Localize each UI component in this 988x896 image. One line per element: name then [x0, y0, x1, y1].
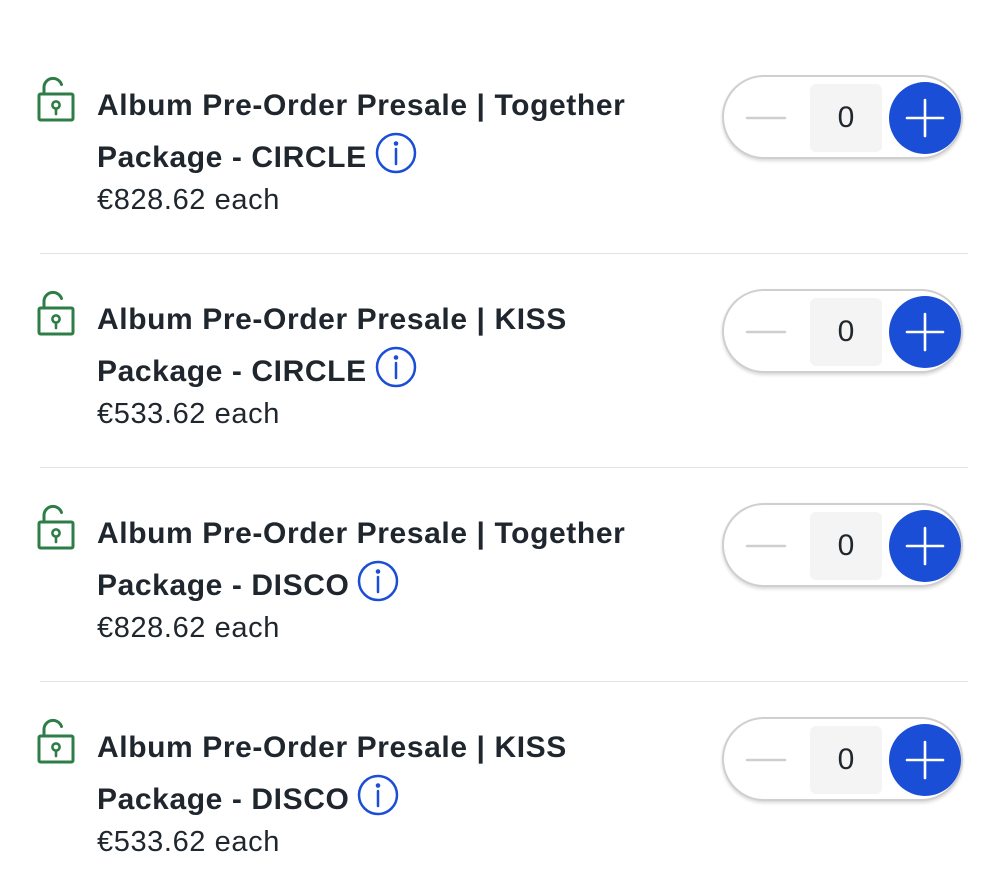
ticket-name-line: Album Pre-Order Presale | Together — [97, 89, 626, 122]
ticket-name-line-text: Package - DISCO — [97, 569, 350, 602]
plus-icon[interactable] — [889, 724, 961, 796]
unlocked-padlock-icon — [36, 718, 76, 764]
ticket-name-line-text: Package - DISCO — [97, 783, 350, 816]
ticket-name-line: Package - CIRCLE — [97, 346, 687, 398]
quantity-stepper: 0 — [722, 289, 963, 373]
unlocked-padlock-icon — [36, 290, 76, 336]
ticket-name-line: Package - DISCO — [97, 560, 687, 612]
unlocked-padlock-icon — [36, 504, 76, 550]
ticket-item: Album Pre-Order Presale | KISS Package -… — [0, 254, 988, 468]
quantity-value: 0 — [810, 84, 882, 152]
ticket-name-line-text: Package - CIRCLE — [97, 141, 367, 174]
minus-icon[interactable] — [738, 518, 794, 574]
quantity-stepper: 0 — [722, 717, 963, 801]
quantity-value: 0 — [810, 726, 882, 794]
quantity-stepper: 0 — [722, 503, 963, 587]
ticket-name-line: Album Pre-Order Presale | KISS — [97, 731, 567, 764]
ticket-item: Album Pre-Order Presale | Together Packa… — [0, 40, 988, 254]
ticket-price: €828.62 each — [97, 184, 280, 216]
quantity-value: 0 — [810, 512, 882, 580]
quantity-value: 0 — [810, 298, 882, 366]
ticket-name: Album Pre-Order Presale | Together Packa… — [97, 80, 687, 184]
plus-icon[interactable] — [889, 510, 961, 582]
ticket-price: €828.62 each — [97, 612, 280, 644]
ticket-name: Album Pre-Order Presale | Together Packa… — [97, 508, 687, 612]
info-circle-icon[interactable] — [375, 346, 417, 388]
minus-icon[interactable] — [738, 90, 794, 146]
quantity-stepper: 0 — [722, 75, 963, 159]
minus-icon[interactable] — [738, 304, 794, 360]
info-circle-icon[interactable] — [375, 132, 417, 174]
ticket-name: Album Pre-Order Presale | KISS Package -… — [97, 294, 687, 398]
ticket-name-line: Album Pre-Order Presale | Together — [97, 517, 626, 550]
ticket-item: Album Pre-Order Presale | KISS Package -… — [0, 682, 988, 896]
plus-icon[interactable] — [889, 296, 961, 368]
ticket-item: Album Pre-Order Presale | Together Packa… — [0, 468, 988, 682]
ticket-name-line: Album Pre-Order Presale | KISS — [97, 303, 567, 336]
ticket-price: €533.62 each — [97, 398, 280, 430]
plus-icon[interactable] — [889, 82, 961, 154]
minus-icon[interactable] — [738, 732, 794, 788]
ticket-name-line: Package - DISCO — [97, 774, 687, 826]
ticket-name: Album Pre-Order Presale | KISS Package -… — [97, 722, 687, 826]
ticket-name-line-text: Package - CIRCLE — [97, 355, 367, 388]
info-circle-icon[interactable] — [357, 560, 399, 602]
ticket-list: Album Pre-Order Presale | Together Packa… — [0, 0, 988, 882]
ticket-name-line: Package - CIRCLE — [97, 132, 687, 184]
info-circle-icon[interactable] — [357, 774, 399, 816]
ticket-price: €533.62 each — [97, 826, 280, 858]
unlocked-padlock-icon — [36, 76, 76, 122]
